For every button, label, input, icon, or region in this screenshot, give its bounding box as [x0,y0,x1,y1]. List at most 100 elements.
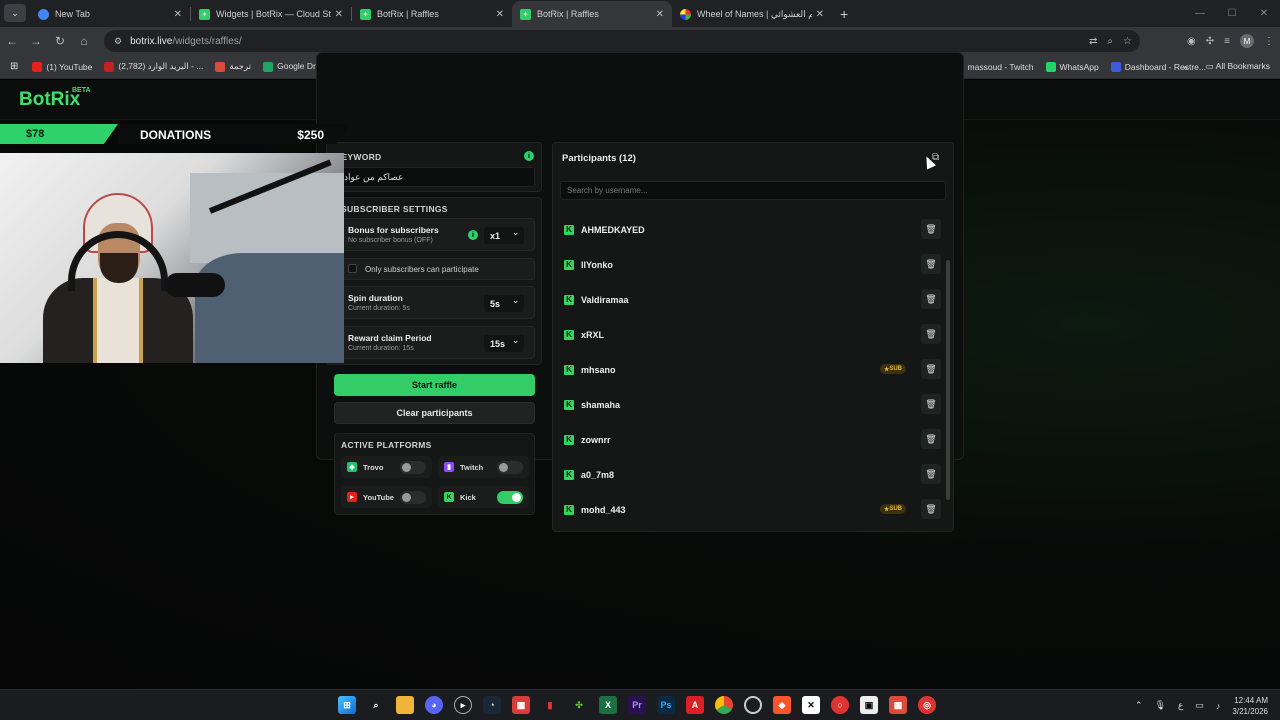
windows-start-icon[interactable]: ⊞ [338,696,356,714]
remove-participant-button[interactable]: 🗑 [921,429,941,449]
bonus-multiplier-select[interactable]: x1 ⌄ [484,227,524,244]
profile-avatar[interactable]: M [1240,34,1254,48]
participant-name: llYonko [581,259,613,270]
app-ring-icon[interactable]: ◎ [918,696,936,714]
remove-participant-button[interactable]: 🗑 [921,289,941,309]
photoshop-icon[interactable]: Ps [657,696,675,714]
steam-icon[interactable]: ◔ [483,696,501,714]
reward-period-select[interactable]: 15s ⌄ [484,335,524,352]
app-adobe-icon[interactable]: A [686,696,704,714]
obs-icon[interactable] [744,696,762,714]
brave-icon[interactable]: ◆ [773,696,791,714]
discord-icon[interactable]: ◕ [425,696,443,714]
bookmark-star-icon[interactable]: ☆ [1123,36,1132,47]
tab-wheel-of-names[interactable]: Wheel of Names | اسم العشوائي ✕ [672,1,832,27]
file-explorer-icon[interactable] [396,696,414,714]
minimize-icon[interactable]: — [1184,0,1216,27]
search-icon[interactable]: ⌕ [367,696,385,714]
platform-kick: K Kick [438,486,529,508]
close-tab-icon[interactable]: ✕ [496,9,504,20]
tab-botrix-raffles-active[interactable]: ✦ BotRix | Raffles ✕ [512,1,672,27]
volume-icon[interactable]: ♪ [1216,701,1221,711]
remove-participant-button[interactable]: 🗑 [921,219,941,239]
maximize-icon[interactable]: ☐ [1216,0,1248,27]
bookmark-item[interactable]: (1) YouTube [32,61,92,72]
close-tab-icon[interactable]: ✕ [816,9,824,20]
zoom-icon[interactable]: ⌕ [1107,36,1113,47]
microphone-tray-icon[interactable]: 🎙 [1155,700,1166,711]
home-icon[interactable]: ⌂ [72,34,96,48]
site-info-icon[interactable]: ⚙ [114,36,122,47]
reload-icon[interactable]: ↻ [48,34,72,48]
youtube-toggle[interactable] [400,491,426,504]
platform-trovo-label: Trovo [363,462,384,472]
keyword-input[interactable]: عصاكم من عواد [335,167,535,187]
remove-participant-button[interactable]: 🗑 [921,359,941,379]
youtube-icon: ▸ [347,492,357,502]
bookmark-item[interactable]: (2,782) البريد الوارد - ... [104,61,203,72]
excel-icon[interactable]: X [599,696,617,714]
app-puzzle-icon[interactable]: ✣ [570,696,588,714]
scrollbar-thumb[interactable] [946,260,950,500]
window-controls: — ☐ ✕ [1184,0,1280,27]
twitch-toggle[interactable] [497,461,523,474]
only-subscribers-checkbox[interactable] [348,264,357,273]
menu-kebab-icon[interactable]: ⋮ [1264,36,1274,47]
start-raffle-button[interactable]: Start raffle [334,374,535,396]
store-icon[interactable]: ▦ [512,696,530,714]
twitch-icon: ▮ [444,462,454,472]
extensions-puzzle-icon[interactable]: ✣ [1206,36,1214,47]
translate-icon[interactable]: ⇄ [1089,36,1097,47]
participant-row: KxRXL 🗑 [559,317,943,352]
spin-duration-select[interactable]: 5s ⌄ [484,295,524,312]
bookmark-item[interactable]: WhatsApp [1045,61,1099,72]
premiere-icon[interactable]: Pr [628,696,646,714]
chrome-icon[interactable] [715,696,733,714]
media-player-icon[interactable]: ▸ [454,696,472,714]
tab-widgets-botrix[interactable]: ✦ Widgets | BotRix — Cloud Strea ✕ [191,1,351,27]
remove-participant-button[interactable]: 🗑 [921,394,941,414]
kick-icon: K [564,224,574,235]
remove-participant-button[interactable]: 🗑 [921,324,941,344]
kick-toggle[interactable] [497,491,523,504]
app-square-icon[interactable]: ▣ [860,696,878,714]
back-arrow-icon[interactable]: ← [0,34,24,48]
remove-participant-button[interactable]: 🗑 [921,499,941,519]
close-tab-icon[interactable]: ✕ [335,9,343,20]
trovo-toggle[interactable] [400,461,426,474]
bookmark-item[interactable]: massoud - Twitch [953,61,1034,72]
network-icon[interactable]: ▭ [1195,700,1204,711]
clock[interactable]: 12:44 AM 3/21/2026 [1232,695,1268,717]
participant-search-input[interactable]: Search by username... [560,181,946,200]
tab-botrix-raffles[interactable]: ✦ BotRix | Raffles ✕ [352,1,512,27]
participant-scrollbar[interactable] [946,205,950,525]
only-subscribers-row[interactable]: Only subscribers can participate [335,258,535,280]
language-indicator[interactable]: ع [1178,700,1183,711]
new-tab-button[interactable]: + [840,6,848,22]
remove-participant-button[interactable]: 🗑 [921,464,941,484]
bookmark-label: (1) YouTube [46,61,93,72]
active-platforms-title: ACTIVE PLATFORMS [341,440,432,450]
bookmark-item[interactable]: ترجمة [215,61,251,72]
info-icon[interactable]: i [468,230,478,240]
media-control-icon[interactable]: ≡ [1224,36,1230,47]
app-bag-icon[interactable]: ▦ [889,696,907,714]
bookmarks-overflow-icon[interactable]: » [1183,62,1188,72]
remove-participant-button[interactable]: 🗑 [921,254,941,274]
apps-grid-icon[interactable]: ⊞ [10,61,18,72]
close-tab-icon[interactable]: ✕ [174,9,182,20]
close-tab-icon[interactable]: ✕ [656,9,664,20]
extension-icon[interactable]: ◉ [1187,36,1196,47]
tab-new-tab[interactable]: New Tab ✕ [30,1,190,27]
clear-participants-button[interactable]: Clear participants [334,402,535,424]
app-red-icon[interactable]: ▮ [541,696,559,714]
tab-search-button[interactable]: ⌄ [4,4,26,22]
app-circle-icon[interactable]: ○ [831,696,849,714]
info-icon[interactable]: i [524,151,534,161]
all-bookmarks[interactable]: ▭ All Bookmarks [1206,61,1270,72]
close-window-icon[interactable]: ✕ [1248,0,1280,27]
address-bar[interactable]: ⚙ botrix.live/widgets/raffles/ ⇄ ⌕ ☆ [104,30,1140,52]
capcut-icon[interactable]: ✕ [802,696,820,714]
tray-overflow-icon[interactable]: ⌃ [1135,700,1143,711]
forward-arrow-icon[interactable]: → [24,34,48,48]
